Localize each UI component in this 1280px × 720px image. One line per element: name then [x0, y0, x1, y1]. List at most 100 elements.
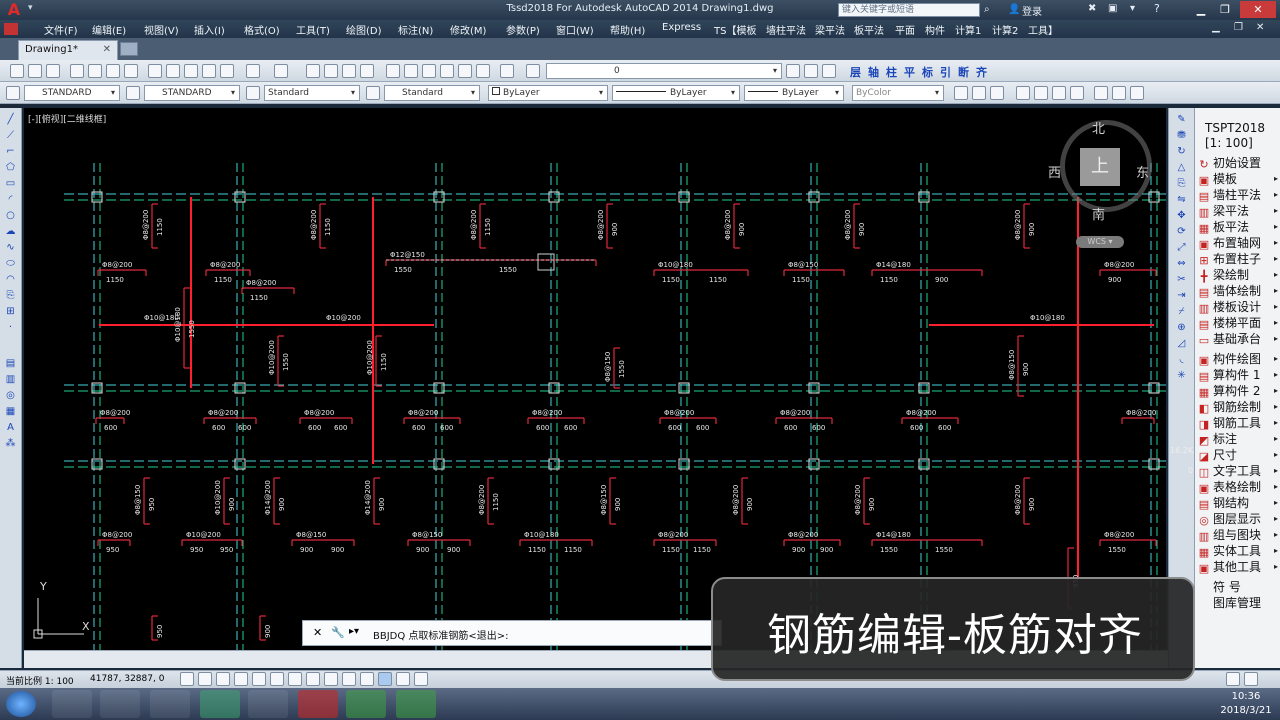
layer-select[interactable]: 0 ▾: [546, 63, 782, 79]
redo-icon[interactable]: [274, 64, 288, 78]
snap-icon[interactable]: [198, 672, 212, 686]
tssd-item-0[interactable]: ↻ 初始设置: [1198, 155, 1280, 171]
otrack-icon[interactable]: [306, 672, 320, 686]
menu-component[interactable]: 构件: [925, 22, 945, 37]
pencil-icon[interactable]: ✎: [1174, 114, 1189, 126]
point-icon[interactable]: ·: [3, 322, 18, 334]
qp-icon[interactable]: [396, 672, 410, 686]
block-editor-icon[interactable]: [220, 64, 234, 78]
mtext-icon[interactable]: A: [3, 422, 18, 434]
infer-constraints-icon[interactable]: [180, 672, 194, 686]
recorder-taskbar-icon[interactable]: [396, 690, 436, 718]
tssd-item-26[interactable]: 符 号: [1198, 579, 1280, 595]
tssd-item-3[interactable]: ▥ 梁平法 ▸: [1198, 203, 1280, 219]
viewcube-top-face[interactable]: 上: [1080, 148, 1120, 186]
restore-button[interactable]: ❐: [1214, 1, 1236, 18]
menu-view[interactable]: 视图(V): [144, 22, 179, 37]
compass-east[interactable]: 东: [1136, 162, 1149, 181]
doc-close-icon[interactable]: ✕: [1256, 22, 1264, 33]
lwt-icon[interactable]: [360, 672, 374, 686]
line-icon[interactable]: ╱: [3, 114, 18, 126]
menu-insert[interactable]: 插入(I): [194, 22, 225, 37]
text-style-icon[interactable]: [6, 86, 20, 100]
command-line[interactable]: ✕ 🔧 ▸▾ BBJDQ 点取标准钢筋<退出>:: [302, 620, 722, 646]
scale-icon[interactable]: ⤢: [1174, 242, 1189, 254]
menu-params[interactable]: 参数(P): [506, 22, 540, 37]
region-icon[interactable]: ◎: [3, 390, 18, 402]
join-icon[interactable]: ⊕: [1174, 322, 1189, 334]
close-cmd-icon[interactable]: ✕: [313, 626, 322, 639]
system-clock[interactable]: 10:36 2018/3/21: [1216, 690, 1276, 718]
autocad-taskbar-icon[interactable]: [298, 690, 338, 718]
close-button[interactable]: ✕: [1240, 1, 1276, 18]
start-button[interactable]: [6, 691, 36, 717]
undo-icon[interactable]: [246, 64, 260, 78]
layer-manager-icon[interactable]: [526, 64, 540, 78]
zoom-previous-icon[interactable]: [360, 64, 374, 78]
clean-screen-icon[interactable]: [1244, 672, 1258, 686]
wcs-menu[interactable]: WCS ▾: [1076, 236, 1124, 248]
tssd-item-14[interactable]: ▦ 算构件 2 ▸: [1198, 383, 1280, 399]
tssd-break-button[interactable]: 断: [958, 64, 969, 80]
quickcalc-icon[interactable]: [476, 64, 490, 78]
tssd-item-12[interactable]: ▣ 构件绘图 ▸: [1198, 351, 1280, 367]
tssd-item-21[interactable]: ▤ 钢结构 ▸: [1198, 495, 1280, 511]
pan-icon[interactable]: [306, 64, 320, 78]
insert-block-icon[interactable]: ⎘: [3, 290, 18, 302]
tssd-item-18[interactable]: ◪ 尺寸 ▸: [1198, 447, 1280, 463]
table-icon[interactable]: ▦: [3, 406, 18, 418]
new-tab-button[interactable]: [120, 42, 138, 56]
match-properties-icon[interactable]: [202, 64, 216, 78]
search-icon[interactable]: ⌕: [984, 4, 990, 15]
rotate-icon[interactable]: ↻: [1174, 146, 1189, 158]
tssd-item-9[interactable]: ▥ 楼板设计 ▸: [1198, 299, 1280, 315]
tssd-item-19[interactable]: ◫ 文字工具 ▸: [1198, 463, 1280, 479]
grid-icon[interactable]: [216, 672, 230, 686]
tssd-tool2-icon[interactable]: [972, 86, 986, 100]
plot-icon[interactable]: [70, 64, 84, 78]
tssd-item-16[interactable]: ◨ 钢筋工具 ▸: [1198, 415, 1280, 431]
menu-tools-ts[interactable]: 工具】: [1028, 22, 1058, 37]
menu-help[interactable]: 帮助(H): [610, 22, 645, 37]
menu-wall-column[interactable]: 墙柱平法: [766, 22, 806, 37]
properties-icon[interactable]: [386, 64, 400, 78]
text-style-select[interactable]: STANDARD ▾: [24, 85, 120, 101]
tssd-item-1[interactable]: ▣ 模板 ▸: [1198, 171, 1280, 187]
search-input[interactable]: 键入关键字或短语: [838, 3, 980, 17]
tab-drawing1[interactable]: Drawing1* ✕: [18, 40, 118, 60]
ducs-icon[interactable]: [324, 672, 338, 686]
tssd-scale[interactable]: [1: 100]: [1205, 136, 1253, 150]
tssd-item-24[interactable]: ▦ 实体工具 ▸: [1198, 543, 1280, 559]
copy-tool-icon[interactable]: ⎘: [1174, 178, 1189, 190]
ellipse-arc-icon[interactable]: ◠: [3, 274, 18, 286]
table-style-select[interactable]: Standard ▾: [264, 85, 360, 101]
3d-print-icon[interactable]: [124, 64, 138, 78]
help-icon[interactable]: ?: [1154, 2, 1160, 15]
revcloud-icon[interactable]: ☁: [3, 226, 18, 238]
menu-beam[interactable]: 梁平法: [815, 22, 845, 37]
tool-palettes-icon[interactable]: [422, 64, 436, 78]
compass-north[interactable]: 北: [1092, 118, 1105, 137]
tssd-item-10[interactable]: ▤ 楼梯平面 ▸: [1198, 315, 1280, 331]
publish-icon[interactable]: [106, 64, 120, 78]
copy-icon[interactable]: [166, 64, 180, 78]
tssd-item-20[interactable]: ▣ 表格绘制 ▸: [1198, 479, 1280, 495]
tssd-item-17[interactable]: ◩ 标注 ▸: [1198, 431, 1280, 447]
stretch-icon[interactable]: ⇔: [1174, 258, 1189, 270]
xline-icon[interactable]: ⟋: [3, 130, 18, 142]
tool-taskbar-icon[interactable]: [248, 690, 288, 718]
login-link[interactable]: 登录: [1022, 3, 1042, 18]
ortho-icon[interactable]: [234, 672, 248, 686]
arc-icon[interactable]: ◜: [3, 194, 18, 206]
rectangle-icon[interactable]: ▭: [3, 178, 18, 190]
tssd-tool1-icon[interactable]: [954, 86, 968, 100]
design-center-icon[interactable]: [404, 64, 418, 78]
tssd-help-icon[interactable]: [1094, 86, 1108, 100]
tssd-item-22[interactable]: ◎ 图层显示 ▸: [1198, 511, 1280, 527]
break-icon[interactable]: ⌿: [1174, 306, 1189, 318]
tssd-item-6[interactable]: ⊞ 布置柱子 ▸: [1198, 251, 1280, 267]
menu-calc1[interactable]: 计算1: [955, 22, 981, 37]
menu-express[interactable]: Express: [662, 22, 701, 33]
tssd-item-15[interactable]: ◧ 钢筋绘制 ▸: [1198, 399, 1280, 415]
polygon-icon[interactable]: ⬠: [3, 162, 18, 174]
